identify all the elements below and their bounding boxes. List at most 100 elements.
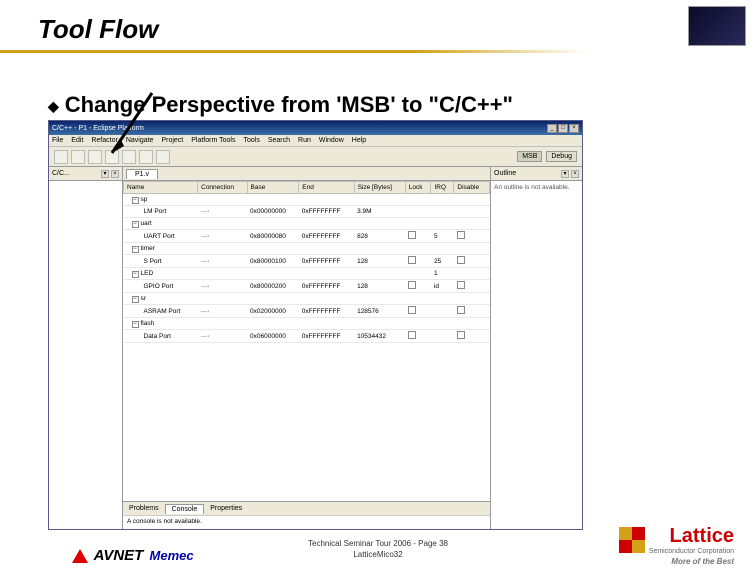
- lattice-sub: Semiconductor Corporation: [649, 548, 734, 555]
- menu-project[interactable]: Project: [161, 137, 183, 144]
- tab-properties[interactable]: Properties: [204, 504, 248, 513]
- menu-platform-tools[interactable]: Platform Tools: [191, 137, 235, 144]
- lattice-squares-icon: [619, 527, 645, 553]
- expand-toggle-icon[interactable]: −: [132, 246, 139, 253]
- table-row[interactable]: LM Port—›0x000000000xFFFFFFFF3.9M: [124, 206, 490, 218]
- table-cell: 0xFFFFFFFF: [299, 280, 354, 293]
- table-cell: −timer: [124, 243, 198, 255]
- checkbox[interactable]: [408, 306, 416, 314]
- table-cell: [247, 243, 299, 255]
- col-header[interactable]: Base: [247, 182, 299, 194]
- table-cell: [198, 268, 247, 280]
- table-row[interactable]: −uart: [124, 218, 490, 230]
- table-cell: id: [431, 280, 454, 293]
- menu-help[interactable]: Help: [352, 137, 366, 144]
- table-row[interactable]: S Port—›0x800001000xFFFFFFFF12825: [124, 255, 490, 268]
- checkbox[interactable]: [408, 331, 416, 339]
- lattice-logo: Lattice Semiconductor Corporation More o…: [619, 525, 734, 566]
- col-header[interactable]: End: [299, 182, 354, 194]
- outline-view-tab[interactable]: Outline ▾×: [491, 167, 582, 181]
- expand-toggle-icon[interactable]: −: [132, 296, 139, 303]
- table-cell: 0x02000000: [247, 305, 299, 318]
- checkbox[interactable]: [408, 256, 416, 264]
- perspective-msb[interactable]: MSB: [517, 151, 542, 162]
- menu-refactor[interactable]: Refactor: [91, 137, 117, 144]
- lattice-tagline: More of the Best: [619, 557, 734, 566]
- col-header[interactable]: Name: [124, 182, 198, 194]
- checkbox[interactable]: [457, 281, 465, 289]
- checkbox[interactable]: [457, 306, 465, 314]
- view-menu-icon[interactable]: ▾: [561, 170, 569, 178]
- menu-window[interactable]: Window: [319, 137, 344, 144]
- editor-tab-p1[interactable]: P1.v: [126, 169, 158, 179]
- toolbar-button[interactable]: [88, 150, 102, 164]
- table-row[interactable]: UART Port—›0x800000800xFFFFFFFF8285: [124, 230, 490, 243]
- table-cell: [454, 194, 490, 206]
- expand-toggle-icon[interactable]: −: [132, 221, 139, 228]
- menu-navigate[interactable]: Navigate: [126, 137, 154, 144]
- table-cell: 128: [354, 280, 405, 293]
- table-cell: [198, 218, 247, 230]
- perspective-debug[interactable]: Debug: [546, 151, 577, 162]
- table-cell: —›: [198, 330, 247, 343]
- table-cell: [405, 218, 431, 230]
- expand-toggle-icon[interactable]: −: [132, 321, 139, 328]
- toolbar-button[interactable]: [139, 150, 153, 164]
- table-cell: [405, 330, 431, 343]
- col-header[interactable]: Disable: [454, 182, 490, 194]
- toolbar-button[interactable]: [54, 150, 68, 164]
- table-row[interactable]: Data Port—›0x060000000xFFFFFFFF10534432: [124, 330, 490, 343]
- table-row[interactable]: GPIO Port—›0x800002000xFFFFFFFF128id: [124, 280, 490, 293]
- toolbar-button[interactable]: [122, 150, 136, 164]
- minimize-button[interactable]: _: [547, 124, 557, 133]
- toolbar-button[interactable]: [105, 150, 119, 164]
- toolbar-button[interactable]: [156, 150, 170, 164]
- menu-file[interactable]: File: [52, 137, 63, 144]
- checkbox[interactable]: [457, 231, 465, 239]
- checkbox[interactable]: [457, 256, 465, 264]
- table-cell: 0xFFFFFFFF: [299, 255, 354, 268]
- table-cell: [405, 255, 431, 268]
- table-cell: 25: [431, 255, 454, 268]
- table-cell: —›: [198, 280, 247, 293]
- table-row[interactable]: −sp: [124, 194, 490, 206]
- table-cell: [247, 268, 299, 280]
- view-close-icon[interactable]: ×: [111, 170, 119, 178]
- table-row[interactable]: −LED1: [124, 268, 490, 280]
- close-button[interactable]: ×: [569, 124, 579, 133]
- menu-tools[interactable]: Tools: [243, 137, 259, 144]
- chip-logo-icon: [688, 6, 746, 46]
- checkbox[interactable]: [457, 331, 465, 339]
- toolbar-button[interactable]: [71, 150, 85, 164]
- view-menu-icon[interactable]: ▾: [101, 170, 109, 178]
- table-cell: [454, 268, 490, 280]
- table-cell: [454, 280, 490, 293]
- table-cell: [431, 194, 454, 206]
- checkbox[interactable]: [408, 281, 416, 289]
- menu-run[interactable]: Run: [298, 137, 311, 144]
- menu-edit[interactable]: Edit: [71, 137, 83, 144]
- maximize-button[interactable]: □: [558, 124, 568, 133]
- tab-problems[interactable]: Problems: [123, 504, 165, 513]
- col-header[interactable]: Lock: [405, 182, 431, 194]
- expand-toggle-icon[interactable]: −: [132, 197, 139, 204]
- col-header[interactable]: Size [Bytes]: [354, 182, 405, 194]
- expand-toggle-icon[interactable]: −: [132, 271, 139, 278]
- projects-view-tab[interactable]: C/C... ▾×: [49, 167, 122, 181]
- console-body: A console is not available.: [123, 515, 490, 529]
- table-cell: [247, 318, 299, 330]
- menu-search[interactable]: Search: [268, 137, 290, 144]
- table-cell: [431, 218, 454, 230]
- window-titlebar[interactable]: C/C++ - P1 - Eclipse Platform _ □ ×: [49, 121, 582, 135]
- table-cell: [299, 293, 354, 305]
- view-close-icon[interactable]: ×: [571, 170, 579, 178]
- table-row[interactable]: −timer: [124, 243, 490, 255]
- table-row[interactable]: ASRAM Port—›0x020000000xFFFFFFFF128576: [124, 305, 490, 318]
- col-header[interactable]: Connection: [198, 182, 247, 194]
- col-header[interactable]: IRQ: [431, 182, 454, 194]
- table-row[interactable]: −flash: [124, 318, 490, 330]
- checkbox[interactable]: [408, 231, 416, 239]
- table-cell: 128: [354, 255, 405, 268]
- tab-console[interactable]: Console: [165, 504, 205, 514]
- table-row[interactable]: −sr: [124, 293, 490, 305]
